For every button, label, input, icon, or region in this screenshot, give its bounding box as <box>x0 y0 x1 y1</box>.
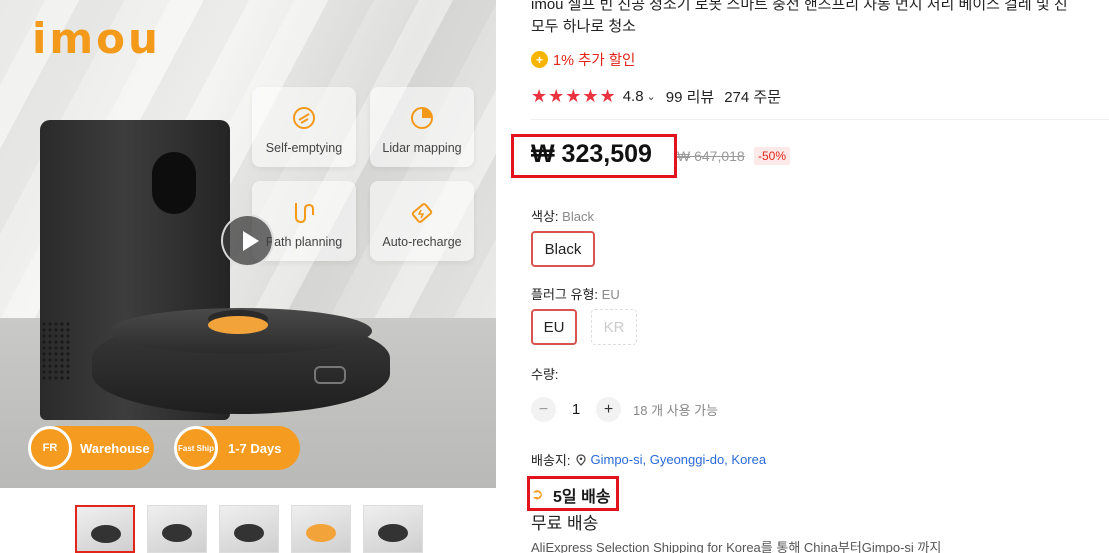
discount-percent-badge: -50% <box>754 147 791 165</box>
robot-vacuum-illustration <box>92 308 390 414</box>
dock-display <box>152 152 196 214</box>
shipping-description: AliExpress Selection Shipping for Korea를… <box>531 540 942 553</box>
order-count: 274 주문 <box>724 89 782 106</box>
ship-to-row: 배송지: Gimpo-si, Gyeonggi-do, Korea <box>531 452 767 468</box>
battery-icon <box>411 203 433 223</box>
dock-grille <box>40 320 72 380</box>
quantity-value[interactable]: 1 <box>566 401 586 418</box>
thumbnail-image[interactable] <box>147 505 207 553</box>
feature-card-lidar-mapping: Lidar mapping <box>370 87 474 167</box>
warehouse-badge: FR Warehouse <box>28 426 154 470</box>
badge-label: 1-7 Days <box>228 440 282 456</box>
ship-to-location-link[interactable]: Gimpo-si, Gyeonggi-do, Korea <box>591 452 767 467</box>
delivery-icon: ➲ <box>531 486 544 503</box>
feature-label: Lidar mapping <box>382 141 462 155</box>
color-option-label: 색상: Black <box>531 209 594 224</box>
star-rating-icon: ★★★★★ <box>531 86 617 106</box>
thumbnail-video[interactable] <box>75 505 135 553</box>
radar-icon <box>411 107 433 129</box>
free-shipping-label: 무료 배송 <box>531 514 599 533</box>
thumbnail-strip <box>75 505 423 553</box>
badge-label: Warehouse <box>80 440 150 456</box>
extra-discount: + 1% 추가 할인 <box>531 49 635 70</box>
original-price: ₩ 647,018 <box>677 148 745 164</box>
thumbnail-image[interactable] <box>219 505 279 553</box>
plug-type-label: 플러그 유형: EU <box>531 287 620 302</box>
coin-icon: + <box>531 51 548 68</box>
path-icon <box>295 203 314 224</box>
review-count[interactable]: 99 리뷰 <box>666 86 714 107</box>
feature-label: Auto-recharge <box>382 235 462 249</box>
fast-ship-badge: Fast Ship 1-7 Days <box>174 426 300 470</box>
chevron-down-icon[interactable]: ⌄ <box>647 90 656 103</box>
quantity-label: 수량: <box>531 367 559 382</box>
plug-option-eu[interactable]: EU <box>531 309 577 345</box>
thumbnail-image[interactable] <box>363 505 423 553</box>
broom-icon <box>293 107 315 129</box>
feature-label: Self-emptying <box>265 141 343 155</box>
current-price: ₩ 323,509 <box>531 140 652 168</box>
available-stock: 18 개 사용 가능 <box>633 403 719 418</box>
quantity-plus-button[interactable]: + <box>596 397 621 422</box>
feature-label: Path planning <box>265 235 343 249</box>
feature-card-self-emptying: Self-emptying <box>252 87 356 167</box>
quantity-minus-button[interactable]: − <box>531 397 556 422</box>
rating-row: ★★★★★ 4.8 ⌄ 99 리뷰 274 주문 <box>531 86 781 107</box>
quantity-stepper: − 1 + 18 개 사용 가능 <box>531 397 718 422</box>
product-main-image[interactable]: imou Self-emptying Lidar mapping Path pl… <box>0 0 496 488</box>
plug-option-kr[interactable]: KR <box>591 309 637 345</box>
divider <box>531 119 1109 120</box>
delivery-days: ➲ 5일 배송 <box>531 486 611 507</box>
fast-ship-icon: Fast Ship <box>174 426 218 470</box>
video-play-button[interactable] <box>221 214 274 267</box>
lidar-sensor <box>208 316 268 334</box>
color-option-black[interactable]: Black <box>531 231 595 267</box>
warehouse-icon: FR <box>28 426 72 470</box>
product-title: imou 셀프 빈 진공 청소기 로봇 스마트 충전 핸즈프리 자동 먼지 처리… <box>531 0 1068 35</box>
thumbnail-image[interactable] <box>291 505 351 553</box>
brand-logo: imou <box>32 14 161 63</box>
location-pin-icon <box>575 453 586 466</box>
feature-card-auto-recharge: Auto-recharge <box>370 181 474 261</box>
rating-value[interactable]: 4.8 <box>623 88 644 105</box>
